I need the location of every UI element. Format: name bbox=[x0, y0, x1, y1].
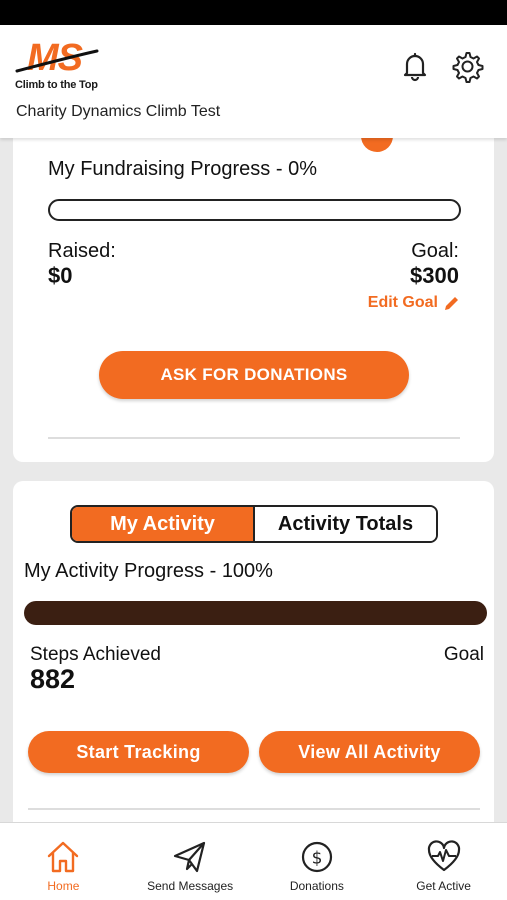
logo-swoosh-icon bbox=[15, 49, 99, 73]
svg-text:$: $ bbox=[311, 849, 322, 869]
ask-for-donations-button[interactable]: ASK FOR DONATIONS bbox=[99, 351, 409, 399]
activity-progress-bar bbox=[24, 601, 487, 625]
goal-value: $300 bbox=[410, 263, 459, 288]
bell-icon[interactable] bbox=[398, 49, 432, 83]
tab-get-active-label: Get Active bbox=[416, 879, 471, 893]
tab-activity-totals[interactable]: Activity Totals bbox=[255, 507, 436, 541]
goal-label: Goal: bbox=[411, 240, 459, 262]
activity-goal-label: Goal bbox=[443, 644, 484, 665]
start-tracking-button[interactable]: Start Tracking bbox=[28, 731, 249, 773]
raised-value: $0 bbox=[48, 263, 73, 288]
logo-tagline: Climb to the Top bbox=[15, 79, 98, 91]
tab-get-active[interactable]: Get Active bbox=[380, 823, 507, 900]
heartbeat-icon bbox=[427, 840, 460, 872]
activity-card: My Activity Activity Totals My Activity … bbox=[13, 481, 494, 841]
fundraising-progress-bar bbox=[48, 199, 461, 221]
activity-tab-switcher: My Activity Activity Totals bbox=[70, 505, 438, 543]
status-bar bbox=[0, 0, 507, 25]
app-header: MS Climb to the Top Charity Dynamics Cli… bbox=[0, 25, 507, 138]
gear-icon[interactable] bbox=[450, 49, 484, 83]
steps-achieved-value: 882 bbox=[30, 664, 76, 694]
pencil-icon bbox=[445, 296, 458, 310]
tab-donations-label: Donations bbox=[289, 879, 344, 893]
tab-home-label: Home bbox=[47, 879, 80, 893]
tab-send-messages-label: Send Messages bbox=[147, 879, 234, 893]
tab-home[interactable]: Home bbox=[0, 823, 127, 900]
paper-plane-icon bbox=[174, 841, 206, 873]
tab-donations[interactable]: $ Donations bbox=[254, 823, 381, 900]
dollar-circle-icon: $ bbox=[301, 841, 332, 873]
tab-send-messages[interactable]: Send Messages bbox=[127, 823, 254, 900]
activity-progress-title: My Activity Progress - 100% bbox=[24, 560, 273, 582]
edit-goal-label: Edit Goal bbox=[367, 294, 438, 311]
divider bbox=[28, 808, 480, 810]
fundraising-title: My Fundraising Progress - 0% bbox=[48, 158, 317, 180]
divider bbox=[48, 437, 460, 439]
steps-achieved-label: Steps Achieved bbox=[30, 644, 161, 665]
fundraising-card: My Fundraising Progress - 0% Raised: $0 … bbox=[13, 120, 494, 462]
home-icon bbox=[48, 841, 79, 873]
raised-label: Raised: bbox=[48, 240, 116, 262]
activity-progress-fill bbox=[24, 601, 487, 625]
bottom-tab-bar: Home Send Messages $ Donations Get Activ… bbox=[0, 822, 507, 900]
tab-my-activity[interactable]: My Activity bbox=[72, 507, 255, 541]
edit-goal-link[interactable]: Edit Goal bbox=[368, 294, 460, 312]
page-subtitle: Charity Dynamics Climb Test bbox=[16, 103, 221, 120]
view-all-activity-button[interactable]: View All Activity bbox=[259, 731, 480, 773]
ms-logo[interactable]: MS Climb to the Top bbox=[15, 39, 115, 95]
